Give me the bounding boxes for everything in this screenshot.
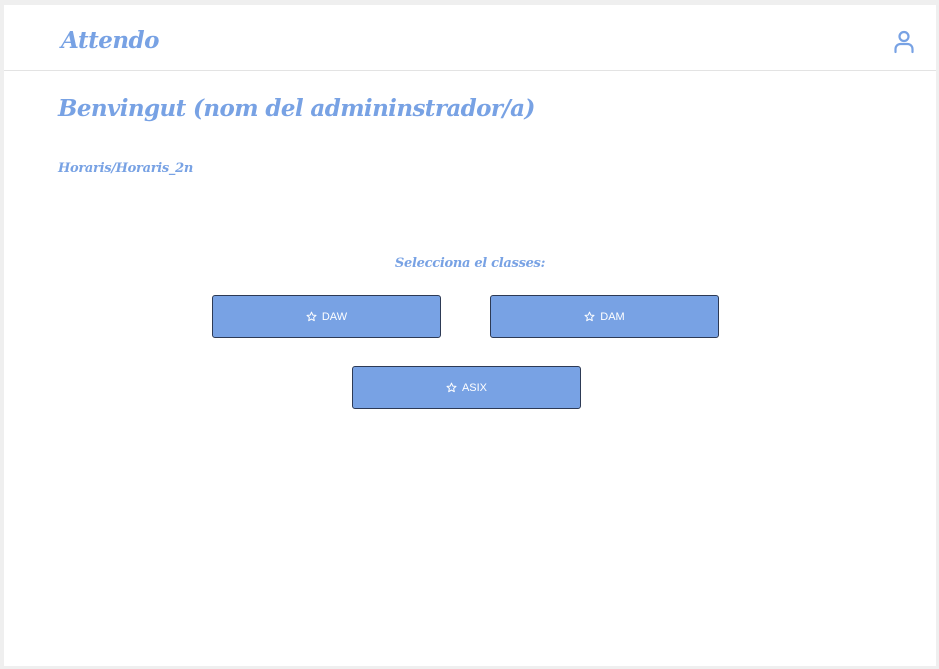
star-icon [446,382,457,393]
page-title: Benvingut (nom del admininstrador/a) [58,95,535,122]
header: Attendo [4,5,936,71]
app-logo[interactable]: Attendo [61,27,159,54]
user-icon[interactable] [892,29,916,55]
breadcrumb[interactable]: Horaris/Horaris_2n [58,161,193,176]
star-icon [584,311,595,322]
class-button-label: ASIX [461,381,488,394]
class-button-label: DAM [600,310,625,323]
star-icon [306,311,317,322]
class-button-asix[interactable]: ASIX [352,366,581,409]
class-button-dam[interactable]: DAM [490,295,719,338]
class-button-daw[interactable]: DAW [212,295,441,338]
class-select-prompt: Selecciona el classes: [394,256,546,271]
app-frame: Attendo Benvingut (nom del admininstrado… [4,5,936,666]
class-button-label: DAW [321,310,348,323]
